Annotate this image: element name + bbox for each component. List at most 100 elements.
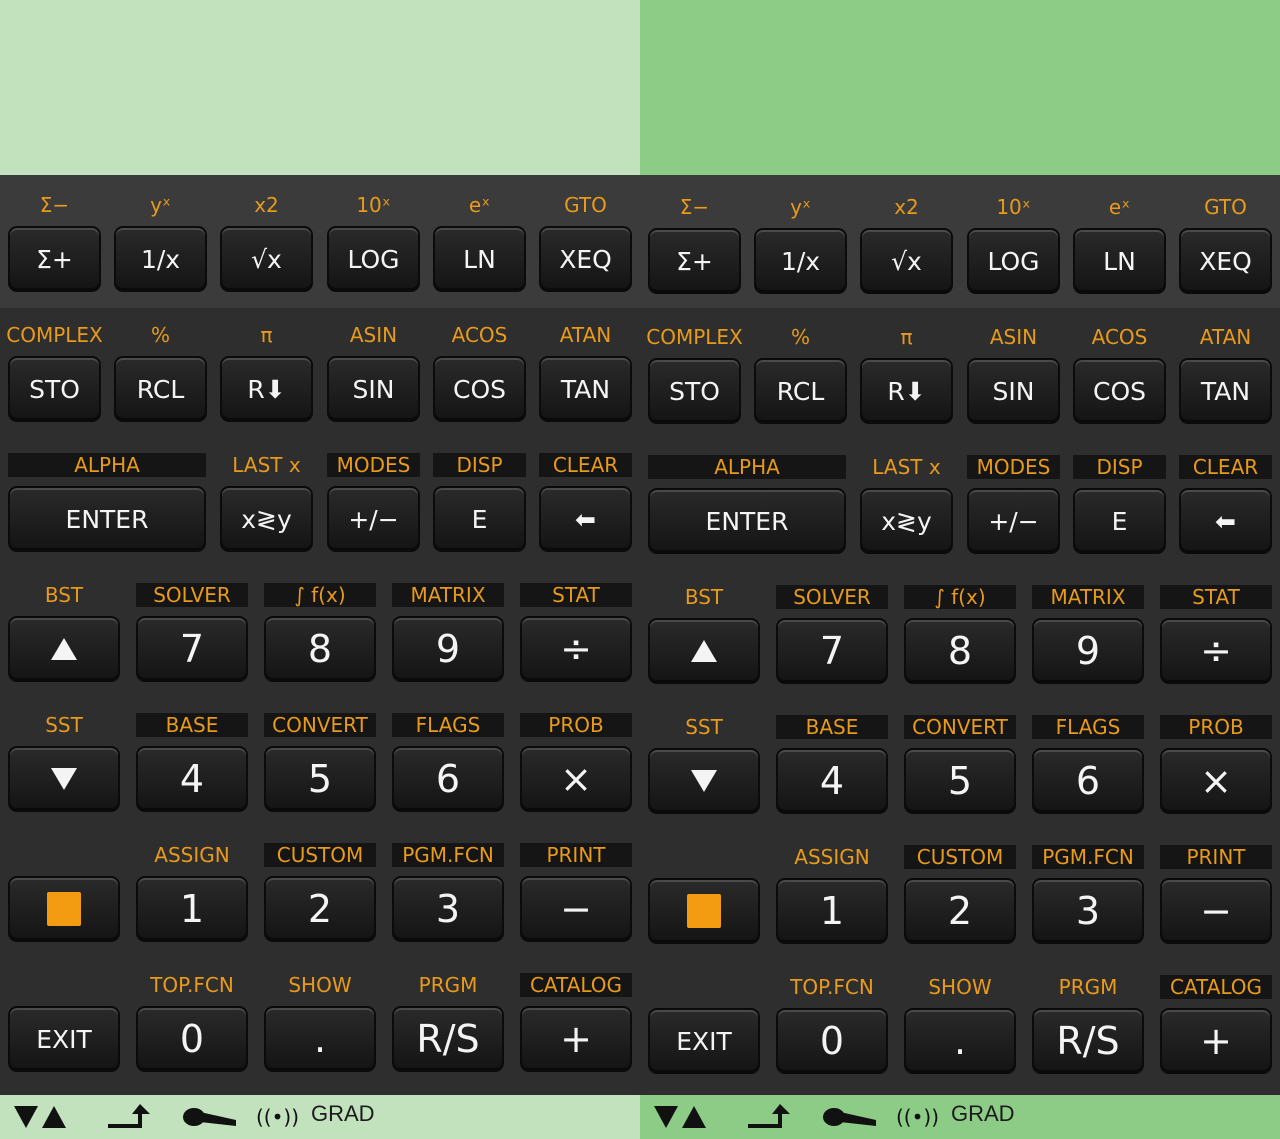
- function-label-sst: SST: [45, 713, 83, 737]
- function-label-clear: CLEAR: [1179, 455, 1272, 479]
- swap-key[interactable]: x≷y: [860, 488, 953, 554]
- digit-7-key[interactable]: 7: [776, 618, 888, 684]
- digit-0-key[interactable]: 0: [776, 1008, 888, 1074]
- multiply-key[interactable]: ×: [520, 746, 632, 812]
- digit-8-key[interactable]: 8: [904, 618, 1016, 684]
- xeq-key[interactable]: XEQ: [539, 226, 632, 292]
- function-label-catalog: CATALOG: [1160, 975, 1272, 999]
- digit-2-key[interactable]: 2: [904, 878, 1016, 944]
- shift-key[interactable]: [648, 878, 760, 944]
- sin-key[interactable]: SIN: [967, 358, 1060, 424]
- divide-key[interactable]: ÷: [1160, 618, 1272, 684]
- down-key[interactable]: [648, 748, 760, 814]
- angle-mode-indicator: GRAD: [951, 1101, 1015, 1126]
- backspace-key[interactable]: ⬅: [1179, 488, 1272, 554]
- decimal-key[interactable]: .: [264, 1006, 376, 1072]
- sto-key[interactable]: STO: [648, 358, 741, 424]
- cos-key[interactable]: COS: [433, 356, 526, 422]
- digit-5-key[interactable]: 5: [904, 748, 1016, 814]
- key-label: +/−: [988, 506, 1039, 536]
- digit-8-key[interactable]: 8: [264, 616, 376, 682]
- enter-key[interactable]: ENTER: [648, 488, 846, 554]
- xeq-key[interactable]: XEQ: [1179, 228, 1272, 294]
- key-label: ENTER: [705, 506, 789, 536]
- ln-key[interactable]: LN: [1073, 228, 1166, 294]
- digit-4-key[interactable]: 4: [776, 748, 888, 814]
- function-label-base: BASE: [776, 715, 888, 739]
- log-key[interactable]: LOG: [967, 228, 1060, 294]
- function-label-flags: FLAGS: [392, 713, 504, 737]
- key-label: LOG: [987, 246, 1040, 276]
- digit-5-key[interactable]: 5: [264, 746, 376, 812]
- key-label: XEQ: [1199, 246, 1252, 276]
- calculator-left: Σ+ Σ− 1/x yˣ √x x2 LOG 10ˣ LN eˣ XEQ GTO STO COMPLEX R…: [0, 0, 640, 1139]
- key-label: COS: [452, 374, 506, 404]
- digit-3-key[interactable]: 3: [1032, 878, 1144, 944]
- digit-0-key[interactable]: 0: [136, 1006, 248, 1072]
- function-label-prob: PROB: [1160, 715, 1272, 739]
- roll-down-key[interactable]: R⬇: [860, 358, 953, 424]
- change-sign-key[interactable]: +/−: [967, 488, 1060, 554]
- sqrt-key[interactable]: √x: [860, 228, 953, 294]
- reciprocal-key[interactable]: 1/x: [754, 228, 847, 294]
- digit-6-key[interactable]: 6: [392, 746, 504, 812]
- sin-key[interactable]: SIN: [327, 356, 420, 422]
- random-icon: ((•)): [896, 1105, 940, 1129]
- function-label-f-x: ∫ f(x): [904, 585, 1016, 609]
- digit-6-key[interactable]: 6: [1032, 748, 1144, 814]
- sqrt-key[interactable]: √x: [220, 226, 313, 292]
- digit-1-key[interactable]: 1: [776, 878, 888, 944]
- reciprocal-key[interactable]: 1/x: [114, 226, 207, 292]
- digit-1-key[interactable]: 1: [136, 876, 248, 942]
- subtract-key[interactable]: −: [520, 876, 632, 942]
- shift-key[interactable]: [8, 876, 120, 942]
- digit-4-key[interactable]: 4: [136, 746, 248, 812]
- rcl-key[interactable]: RCL: [114, 356, 207, 422]
- function-label-complex: COMPLEX: [6, 323, 103, 347]
- cos-key[interactable]: COS: [1073, 358, 1166, 424]
- key-label: −: [1200, 889, 1232, 933]
- key-label: +/−: [348, 504, 399, 534]
- sigma-plus-key[interactable]: Σ+: [8, 226, 101, 292]
- digit-9-key[interactable]: 9: [1032, 618, 1144, 684]
- up-key[interactable]: [8, 616, 120, 682]
- exit-key[interactable]: EXIT: [648, 1008, 760, 1074]
- change-sign-key[interactable]: +/−: [327, 486, 420, 552]
- multiply-key[interactable]: ×: [1160, 748, 1272, 814]
- digit-7-key[interactable]: 7: [136, 616, 248, 682]
- tan-key[interactable]: TAN: [539, 356, 632, 422]
- ln-key[interactable]: LN: [433, 226, 526, 292]
- up-key[interactable]: [648, 618, 760, 684]
- log-key[interactable]: LOG: [327, 226, 420, 292]
- down-key[interactable]: [8, 746, 120, 812]
- tan-key[interactable]: TAN: [1179, 358, 1272, 424]
- enter-key[interactable]: ENTER: [8, 486, 206, 552]
- key-label: 1/x: [780, 246, 821, 276]
- decimal-key[interactable]: .: [904, 1008, 1016, 1074]
- key-label: ⬅: [575, 504, 596, 534]
- down-triangle-icon: [691, 770, 717, 792]
- add-key[interactable]: +: [1160, 1008, 1272, 1074]
- exit-key[interactable]: EXIT: [8, 1006, 120, 1072]
- subtract-key[interactable]: −: [1160, 878, 1272, 944]
- rcl-key[interactable]: RCL: [754, 358, 847, 424]
- sigma-plus-key[interactable]: Σ+: [648, 228, 741, 294]
- shift-square-icon: [687, 894, 721, 928]
- digit-9-key[interactable]: 9: [392, 616, 504, 682]
- key-label: 9: [1075, 629, 1101, 673]
- run-stop-key[interactable]: R/S: [1032, 1008, 1144, 1074]
- function-label-asin: ASIN: [349, 323, 398, 347]
- swap-key[interactable]: x≷y: [220, 486, 313, 552]
- add-key[interactable]: +: [520, 1006, 632, 1072]
- exponent-key[interactable]: E: [1073, 488, 1166, 554]
- divide-key[interactable]: ÷: [520, 616, 632, 682]
- backspace-key[interactable]: ⬅: [539, 486, 632, 552]
- digit-2-key[interactable]: 2: [264, 876, 376, 942]
- run-stop-key[interactable]: R/S: [392, 1006, 504, 1072]
- digit-3-key[interactable]: 3: [392, 876, 504, 942]
- key-label: 9: [435, 627, 461, 671]
- roll-down-key[interactable]: R⬇: [220, 356, 313, 422]
- sto-key[interactable]: STO: [8, 356, 101, 422]
- exponent-key[interactable]: E: [433, 486, 526, 552]
- key-label: R/S: [416, 1017, 480, 1061]
